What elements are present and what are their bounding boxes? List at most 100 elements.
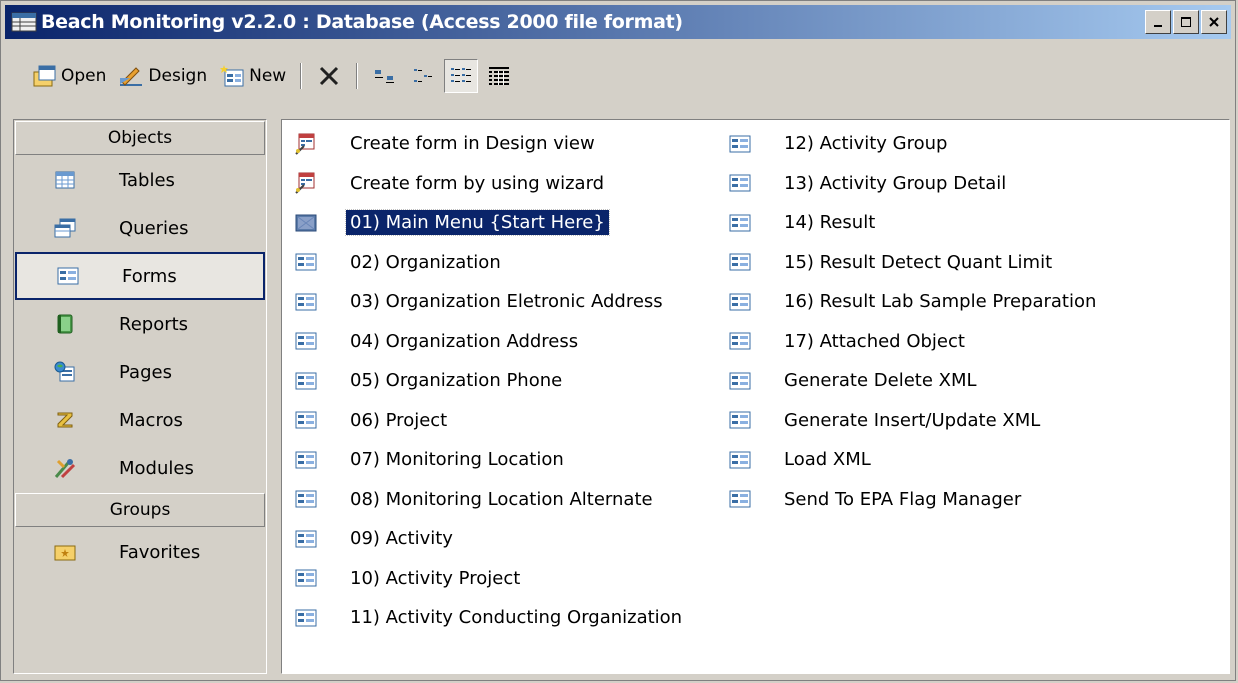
list-item[interactable]: 02) Organization	[292, 243, 686, 283]
list-item-label: 13) Activity Group Detail	[784, 172, 1007, 194]
small-icons-button[interactable]	[406, 59, 440, 93]
large-icons-button[interactable]	[368, 59, 402, 93]
list-item-label: 02) Organization	[350, 251, 501, 273]
maximize-icon	[1181, 17, 1191, 27]
sidebar-item-label: Tables	[119, 169, 175, 191]
query-icon	[54, 217, 76, 239]
sidebar-item-forms[interactable]: Forms	[15, 252, 265, 300]
list-item[interactable]: Generate Insert/Update XML	[726, 401, 1100, 441]
toolbar-separator	[300, 63, 303, 89]
design-button[interactable]: Design	[114, 59, 211, 93]
sidebar-item-reports[interactable]: Reports	[14, 300, 266, 348]
sidebar-item-label: Macros	[119, 409, 183, 431]
page-icon	[54, 361, 76, 383]
form-icon	[726, 409, 754, 431]
switchboard-form-icon	[292, 212, 320, 234]
sidebar-item-label: Forms	[122, 265, 177, 287]
form-icon	[292, 251, 320, 273]
list-item[interactable]: Create form in Design view	[292, 124, 686, 164]
list-item-label: 05) Organization Phone	[350, 370, 563, 392]
close-button[interactable]	[1201, 10, 1227, 34]
list-item-label: 11) Activity Conducting Organization	[350, 607, 683, 629]
form-icon	[292, 567, 320, 589]
form-icon	[726, 488, 754, 510]
list-view-button[interactable]	[444, 59, 479, 93]
window-title: Beach Monitoring v2.2.0 : Database (Acce…	[41, 11, 683, 33]
form-icon	[726, 449, 754, 471]
groups-header[interactable]: Groups	[15, 493, 265, 527]
object-list: Create form in Design view Create form by…	[281, 119, 1230, 674]
form-icon	[292, 528, 320, 550]
maximize-button[interactable]	[1173, 10, 1199, 34]
form-icon	[292, 607, 320, 629]
open-button[interactable]: Open	[27, 59, 110, 93]
list-item-label: 12) Activity Group	[784, 133, 948, 155]
form-icon	[726, 133, 754, 155]
list-item[interactable]: 12) Activity Group	[726, 124, 1100, 164]
favorites-folder-icon	[54, 541, 76, 563]
list-item-label: 14) Result	[784, 212, 876, 234]
form-icon	[726, 330, 754, 352]
list-item[interactable]: 07) Monitoring Location	[292, 440, 686, 480]
sidebar-item-pages[interactable]: Pages	[14, 348, 266, 396]
sidebar-item-label: Queries	[119, 217, 189, 239]
form-icon	[292, 449, 320, 471]
list-item-label: 17) Attached Object	[784, 330, 965, 352]
sidebar-item-label: Modules	[119, 457, 194, 479]
list-item[interactable]: 14) Result	[726, 203, 1100, 243]
title-bar[interactable]: Beach Monitoring v2.2.0 : Database (Acce…	[5, 5, 1231, 39]
list-item-label: 09) Activity	[350, 528, 453, 550]
list-item[interactable]: 10) Activity Project	[292, 559, 686, 599]
form-icon	[292, 488, 320, 510]
form-icon	[726, 291, 754, 313]
list-item[interactable]: 16) Result Lab Sample Preparation	[726, 282, 1100, 322]
list-item-label: 06) Project	[350, 409, 448, 431]
form-icon	[292, 409, 320, 431]
sidebar-item-favorites[interactable]: Favorites	[14, 528, 266, 576]
toolbar: Open Design New	[5, 41, 1231, 111]
list-item[interactable]: 13) Activity Group Detail	[726, 164, 1100, 204]
details-view-button[interactable]	[482, 59, 516, 93]
list-item-label: Generate Insert/Update XML	[784, 409, 1041, 431]
list-item[interactable]: Create form by using wizard	[292, 164, 686, 204]
report-icon	[54, 313, 76, 335]
form-icon	[726, 370, 754, 392]
toolbar-separator	[356, 63, 359, 89]
list-item[interactable]: 03) Organization Eletronic Address	[292, 282, 686, 322]
delete-button[interactable]	[312, 59, 346, 93]
wizard-icon	[292, 133, 320, 155]
list-item[interactable]: 04) Organization Address	[292, 322, 686, 362]
list-item[interactable]: 11) Activity Conducting Organization	[292, 598, 686, 638]
list-item[interactable]: 05) Organization Phone	[292, 361, 686, 401]
wizard-icon	[292, 172, 320, 194]
sidebar-item-tables[interactable]: Tables	[14, 156, 266, 204]
list-item-label: Send To EPA Flag Manager	[784, 488, 1022, 510]
objects-header[interactable]: Objects	[15, 121, 265, 155]
sidebar-item-label: Favorites	[119, 541, 201, 563]
form-icon	[726, 212, 754, 234]
sidebar-item-label: Pages	[119, 361, 172, 383]
list-item[interactable]: Load XML	[726, 440, 1100, 480]
database-window-icon	[11, 12, 37, 32]
form-icon	[292, 370, 320, 392]
database-window: Beach Monitoring v2.2.0 : Database (Acce…	[0, 0, 1236, 681]
new-button[interactable]: New	[215, 59, 290, 93]
form-icon	[726, 172, 754, 194]
list-item[interactable]: 06) Project	[292, 401, 686, 441]
open-label: Open	[61, 66, 107, 86]
sidebar-item-queries[interactable]: Queries	[14, 204, 266, 252]
list-item[interactable]: Generate Delete XML	[726, 361, 1100, 401]
list-item[interactable]: 01) Main Menu {Start Here}	[292, 203, 686, 243]
list-item[interactable]: 09) Activity	[292, 519, 686, 559]
list-item-label: Create form by using wizard	[350, 172, 605, 194]
list-item[interactable]: Send To EPA Flag Manager	[726, 480, 1100, 520]
list-item[interactable]: 15) Result Detect Quant Limit	[726, 243, 1100, 283]
list-item[interactable]: 17) Attached Object	[726, 322, 1100, 362]
list-item-label: 03) Organization Eletronic Address	[350, 291, 663, 313]
list-column-1: Create form in Design view Create form by…	[292, 124, 686, 638]
small-icons-view-icon	[414, 69, 433, 82]
minimize-button[interactable]	[1145, 10, 1171, 34]
list-item[interactable]: 08) Monitoring Location Alternate	[292, 480, 686, 520]
sidebar-item-macros[interactable]: Macros	[14, 396, 266, 444]
sidebar-item-modules[interactable]: Modules	[14, 444, 266, 492]
